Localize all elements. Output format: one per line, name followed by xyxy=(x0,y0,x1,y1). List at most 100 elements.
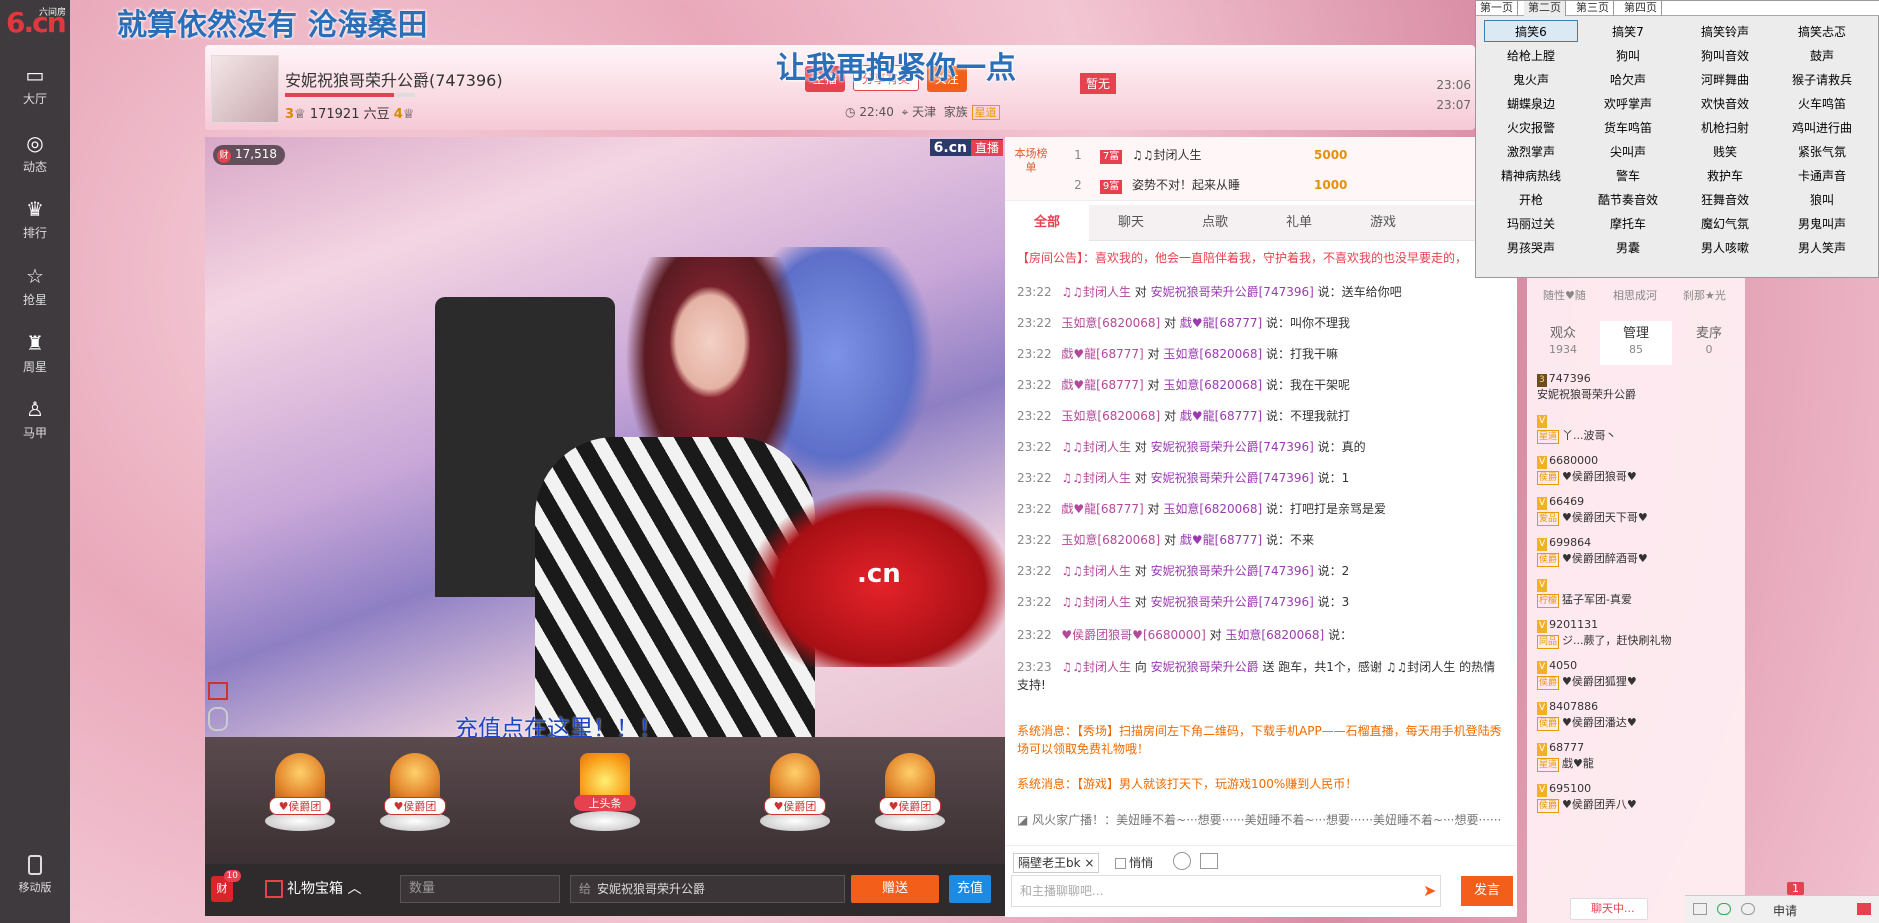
guard-name[interactable]: 随性♥随 xyxy=(1543,287,1586,303)
tab-chat[interactable]: 聊天 xyxy=(1089,205,1173,241)
microphone-icon[interactable] xyxy=(208,707,228,731)
nav-item-rank[interactable]: ♛ 排行 xyxy=(0,198,70,254)
sound-button[interactable]: 狗叫 xyxy=(1581,44,1675,66)
sound-button[interactable]: 魔幻气氛 xyxy=(1678,212,1772,234)
tab-admin[interactable]: 管理 85 xyxy=(1600,321,1672,365)
audience-item[interactable]: V 星道 丫...波哥丶 xyxy=(1537,412,1737,444)
sound-button[interactable]: 警车 xyxy=(1581,164,1675,186)
sound-button[interactable]: 男人笑声 xyxy=(1775,236,1869,258)
message-user[interactable]: ♫♫封闭人生 xyxy=(1061,471,1131,485)
host-avatar[interactable] xyxy=(211,55,279,123)
send-message-button[interactable]: 发言 xyxy=(1461,876,1513,906)
sound-button[interactable]: 欢快音效 xyxy=(1678,92,1772,114)
message-user[interactable]: 玉如意[6820068] xyxy=(1163,502,1262,516)
message-user[interactable]: 安妮祝狼哥荣升公爵[747396] xyxy=(1151,440,1314,454)
nav-item-vest[interactable]: ♙ 马甲 xyxy=(0,398,70,454)
chat-input[interactable]: 和主播聊聊吧... xyxy=(1011,875,1441,907)
tab-songs[interactable]: 点歌 xyxy=(1173,205,1257,241)
sound-button[interactable]: 河畔舞曲 xyxy=(1678,68,1772,90)
sound-button[interactable]: 狂舞音效 xyxy=(1678,188,1772,210)
tab-audience[interactable]: 观众 1934 xyxy=(1527,321,1599,365)
sound-button[interactable]: 摩托车 xyxy=(1581,212,1675,234)
sound-button[interactable]: 玛丽过关 xyxy=(1484,212,1578,234)
sound-button[interactable]: 蝴蝶泉边 xyxy=(1484,92,1578,114)
close-icon[interactable]: × xyxy=(1084,856,1094,870)
paper-plane-icon[interactable]: ➤ xyxy=(1423,881,1436,900)
headline-flag[interactable]: 暂无 xyxy=(1080,73,1117,94)
audience-item[interactable]: V 4050 侯爵 ♥侯爵团狐狸♥ xyxy=(1537,658,1737,690)
message-user[interactable]: 玉如意[6820068] xyxy=(1061,409,1160,423)
tab-mic-queue[interactable]: 麦序 0 xyxy=(1673,321,1745,365)
chat-target-select[interactable]: 隔壁老王bk × xyxy=(1013,853,1100,873)
gift-item[interactable]: ♥侯爵团 xyxy=(255,747,345,847)
message-user[interactable]: 戱♥龍[68777] xyxy=(1061,502,1143,516)
message-user[interactable]: 安妮祝狼哥荣升公爵[747396] xyxy=(1151,595,1314,609)
audience-item[interactable]: V 66469 爱品 ♥侯爵团天下哥♥ xyxy=(1537,494,1737,526)
audience-item[interactable]: V 8407886 侯爵 ♥侯爵团潘达♥ xyxy=(1537,699,1737,731)
audience-item[interactable]: V 68777 星道 戱♥龍 xyxy=(1537,740,1737,772)
message-user[interactable]: 安妮祝狼哥荣升公爵[747396] xyxy=(1151,564,1314,578)
sound-button[interactable]: 搞笑忐忑 xyxy=(1775,20,1869,42)
sound-button[interactable]: 给枪上膛 xyxy=(1484,44,1578,66)
message-user[interactable]: 安妮祝狼哥荣升公爵[747396] xyxy=(1151,285,1314,299)
message-user[interactable]: 玉如意[6820068] xyxy=(1163,378,1262,392)
sound-button[interactable]: 男鬼叫声 xyxy=(1775,212,1869,234)
sound-button[interactable]: 狗叫音效 xyxy=(1678,44,1772,66)
emoji-icon[interactable] xyxy=(1173,852,1191,870)
sound-button[interactable]: 火灾报警 xyxy=(1484,116,1578,138)
gift-recipient-select[interactable]: 给安妮祝狼哥荣升公爵 xyxy=(570,875,845,903)
sound-button[interactable]: 救护车 xyxy=(1678,164,1772,186)
sound-button[interactable]: 精神病热线 xyxy=(1484,164,1578,186)
message-user[interactable]: 戱♥龍[68777] xyxy=(1061,378,1143,392)
sound-button[interactable]: 鼓声 xyxy=(1775,44,1869,66)
gift-item[interactable]: ♥侯爵团 xyxy=(370,747,460,847)
message-user[interactable]: ♫♫封闭人生 xyxy=(1061,595,1131,609)
sound-button[interactable]: 搞笑铃声 xyxy=(1678,20,1772,42)
audience-item[interactable]: V 柠檬 猛子军团-真爱 xyxy=(1537,576,1737,608)
sound-button[interactable]: 男孩哭声 xyxy=(1484,236,1578,258)
message-user[interactable]: 玉如意[6820068] xyxy=(1061,533,1160,547)
private-checkbox[interactable]: 悄悄 xyxy=(1115,854,1153,871)
wealth-button[interactable]: 财 10 xyxy=(211,870,241,902)
rank-row[interactable]: 2 9富 姿势不对！起来从睡 1000 xyxy=(1070,171,1490,199)
nav-item-hall[interactable]: ▭ 大厅 xyxy=(0,64,70,120)
search-icon[interactable] xyxy=(1741,903,1755,915)
message-user[interactable]: 玉如意[6820068] xyxy=(1061,316,1160,330)
tab-page-4[interactable]: 第四页 xyxy=(1620,1,1662,16)
message-user[interactable]: ♫♫封闭人生 xyxy=(1061,285,1131,299)
audience-item[interactable]: V 695100 侯爵 ♥侯爵团弄八♥ xyxy=(1537,781,1737,813)
message-user[interactable]: ♫♫封闭人生 xyxy=(1061,564,1131,578)
guard-name[interactable]: 相思成河 xyxy=(1613,287,1657,303)
nav-item-feed[interactable]: ◎ 动态 xyxy=(0,132,70,188)
sound-button[interactable]: 男人咳嗽 xyxy=(1678,236,1772,258)
tab-all[interactable]: 全部 xyxy=(1005,205,1089,241)
gift-item-headline[interactable]: 上头条 xyxy=(560,747,650,847)
sound-button[interactable]: 哈欠声 xyxy=(1581,68,1675,90)
gift-box-button[interactable]: 礼物宝箱 ︿ xyxy=(265,878,361,898)
sound-button[interactable]: 鬼火声 xyxy=(1484,68,1578,90)
sound-button[interactable]: 开枪 xyxy=(1484,188,1578,210)
message-user[interactable]: ♫♫封闭人生 xyxy=(1061,440,1131,454)
tab-page-1[interactable]: 第一页 xyxy=(1476,1,1518,16)
message-user[interactable]: 玉如意[6820068] xyxy=(1225,628,1324,642)
message-user[interactable]: 戱♥龍[68777] xyxy=(1180,316,1262,330)
check-icon[interactable] xyxy=(1717,903,1731,915)
sound-button[interactable]: 狼叫 xyxy=(1775,188,1869,210)
sound-button[interactable]: 火车鸣笛 xyxy=(1775,92,1869,114)
message-user[interactable]: 戱♥龍[68777] xyxy=(1180,533,1262,547)
sound-button[interactable]: 紧张气氛 xyxy=(1775,140,1869,162)
sound-button[interactable]: 货车鸣笛 xyxy=(1581,116,1675,138)
sound-button[interactable]: 酷节奏音效 xyxy=(1581,188,1675,210)
sound-button[interactable]: 机枪扫射 xyxy=(1678,116,1772,138)
sound-button[interactable]: 搞笑7 xyxy=(1581,20,1675,42)
sound-button[interactable]: 鸡叫进行曲 xyxy=(1775,116,1869,138)
message-user[interactable]: ♥侯爵团狼哥♥[6680000] xyxy=(1061,628,1205,642)
sound-button[interactable]: 贱笑 xyxy=(1678,140,1772,162)
nav-item-mobile[interactable]: 移动版 xyxy=(8,855,62,905)
rank-label[interactable]: 本场榜单 xyxy=(1013,147,1049,175)
message-user[interactable]: 安妮祝狼哥荣升公爵[747396] xyxy=(1151,471,1314,485)
nav-item-star[interactable]: ☆ 抢星 xyxy=(0,265,70,321)
sound-button[interactable]: 男囊 xyxy=(1581,236,1675,258)
audience-item[interactable]: 3 747396 安妮祝狼哥荣升公爵 xyxy=(1537,371,1737,403)
sound-button[interactable]: 欢呼掌声 xyxy=(1581,92,1675,114)
